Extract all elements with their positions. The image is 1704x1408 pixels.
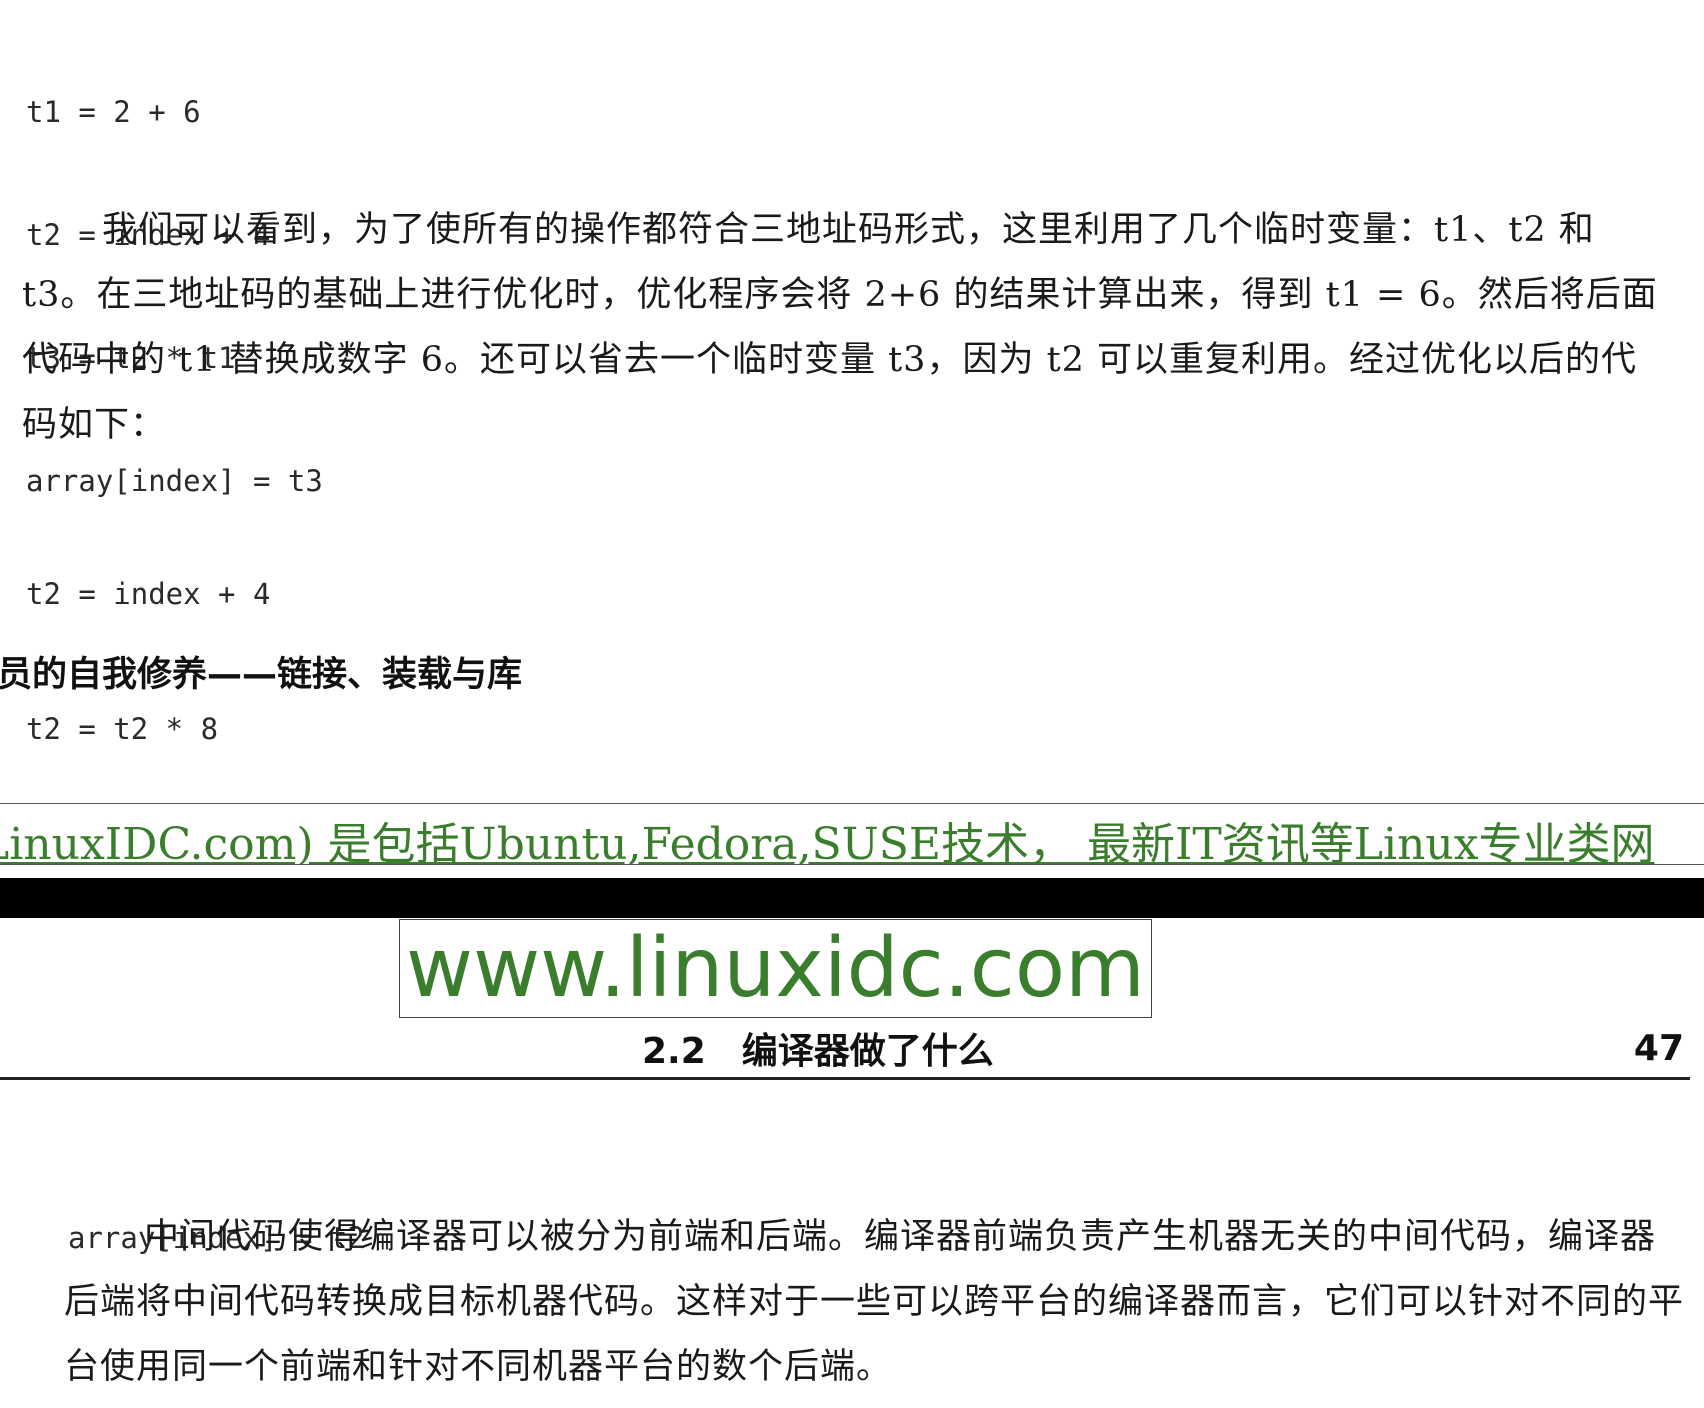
page-number: 47 — [1633, 1028, 1684, 1069]
code-block-2: t2 = index + 4 t2 = t2 * 8 — [26, 482, 270, 797]
paragraph-text: 中间代码使得编译器可以被分为前端和后端。编译器前端负责产生机器无关的中间代码，编… — [64, 1217, 1685, 1387]
paragraph-2: 中间代码使得编译器可以被分为前端和后端。编译器前端负责产生机器无关的中间代码，编… — [64, 1205, 1684, 1400]
section-header: 2.2 编译器做了什么 — [642, 1022, 994, 1074]
watermark-url[interactable]: www.linuxidc.com — [406, 927, 1145, 1010]
watermark-url-box[interactable]: www.linuxidc.com — [399, 919, 1152, 1018]
code-line: t2 = t2 * 8 — [26, 712, 219, 746]
paragraph-1: 我们可以看到，为了使所有的操作都符合三地址码形式，这里利用了几个临时变量：t1、… — [22, 198, 1662, 458]
section-title: 编译器做了什么 — [741, 1031, 994, 1072]
header-rule — [0, 1077, 1690, 1080]
code-line: t1 = 2 + 6 — [26, 95, 201, 129]
paragraph-text: 我们可以看到，为了使所有的操作都符合三地址码形式，这里利用了几个临时变量：t1、… — [22, 210, 1658, 445]
ad-banner[interactable]: LinuxIDC.com) 是包括Ubuntu,Fedora,SUSE技术， 最… — [0, 803, 1704, 865]
code-line: t2 = index + 4 — [26, 577, 271, 611]
running-head: 序员的自我修养——链接、装载与库 — [0, 655, 523, 695]
section-number: 2.2 — [642, 1031, 706, 1072]
black-separator-bar — [0, 878, 1704, 918]
ad-banner-link[interactable]: LinuxIDC.com) 是包括Ubuntu,Fedora,SUSE技术， 最… — [0, 808, 1655, 864]
